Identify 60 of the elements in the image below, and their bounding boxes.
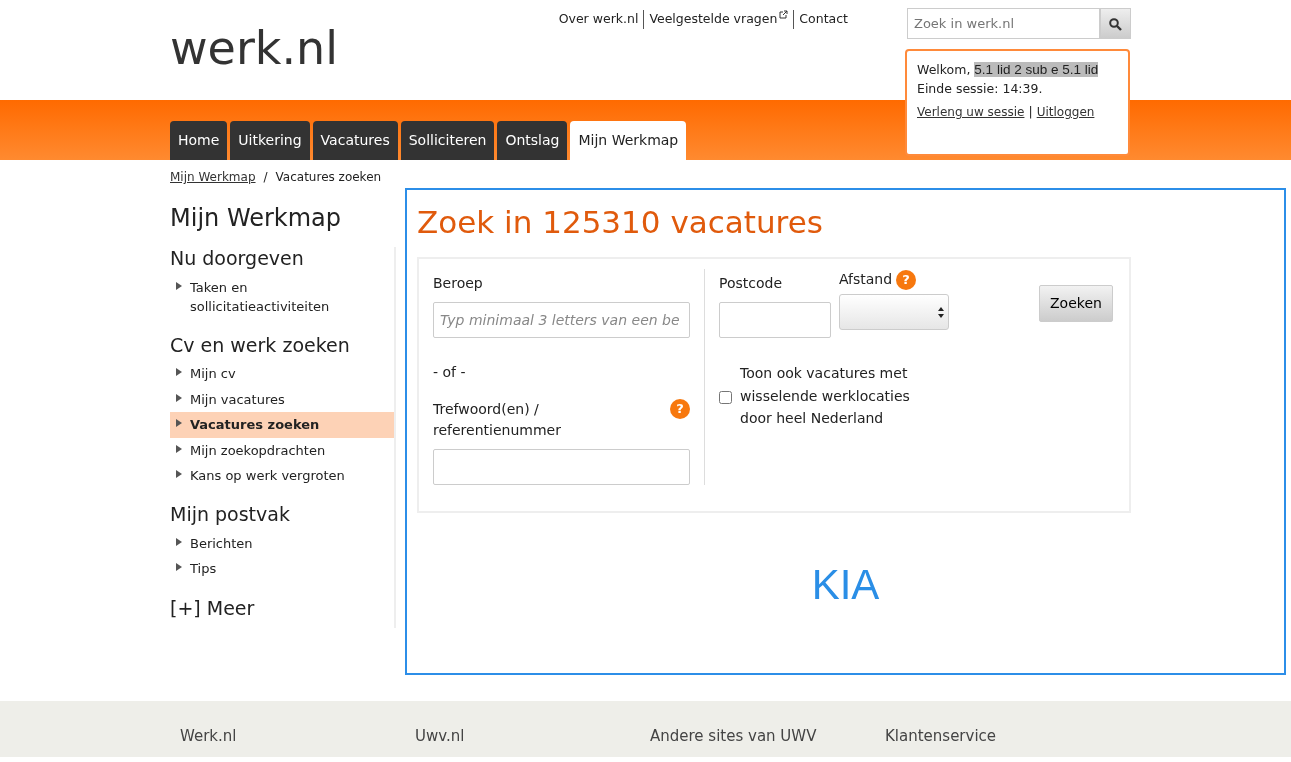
sidebar-heading: Nu doorgeven bbox=[170, 246, 305, 270]
more-link[interactable]: [+] Meer bbox=[170, 593, 255, 623]
nav-tab[interactable]: Vacatures bbox=[312, 121, 398, 160]
nav-tab[interactable]: Uitkering bbox=[230, 121, 310, 160]
sidebar-item[interactable]: Mijn cv bbox=[170, 361, 394, 387]
site-logo[interactable]: werk.nl bbox=[170, 14, 339, 100]
checkbox-label: Toon ook vacatures met wisselende werklocaties door heel Nederland bbox=[740, 364, 911, 428]
sidebar-heading: Mijn postvak bbox=[170, 502, 291, 526]
annotation-label: KIA bbox=[810, 560, 881, 611]
distance-dropdown[interactable] bbox=[839, 294, 949, 331]
search-button[interactable] bbox=[1100, 8, 1131, 39]
sidebar-item[interactable]: Mijn zoekopdrachten bbox=[170, 437, 394, 464]
occupation-field[interactable]: Typ minimaal 3 letters van een be bbox=[433, 302, 690, 339]
separator-text: | bbox=[1028, 103, 1033, 121]
external-link-icon bbox=[779, 10, 789, 19]
header-link[interactable]: Veelgestelde vragen bbox=[643, 10, 794, 29]
nav-tab[interactable]: Ontslag bbox=[497, 121, 568, 160]
caret-icon bbox=[176, 563, 182, 572]
caret-icon bbox=[176, 444, 182, 453]
nav-tab[interactable]: Solliciteren bbox=[400, 121, 495, 160]
search-icon bbox=[1109, 17, 1122, 31]
caret-icon bbox=[176, 537, 182, 546]
footer-link[interactable]: Werk.nl bbox=[180, 725, 415, 757]
breadcrumb-link[interactable]: Mijn Werkmap bbox=[170, 168, 256, 186]
search-field[interactable]: Zoek in werk.nl bbox=[907, 8, 1100, 39]
caret-icon bbox=[176, 393, 182, 402]
keyword-field[interactable] bbox=[433, 449, 690, 486]
sidebar-item[interactable]: Mijn vacatures bbox=[170, 386, 394, 413]
field-label: Beroep bbox=[433, 274, 484, 294]
sidebar-item[interactable]: Tips bbox=[170, 556, 394, 582]
sidebar-title: Mijn Werkmap bbox=[170, 204, 343, 233]
footer-link[interactable]: Klantenservice bbox=[885, 725, 1120, 757]
footer-link[interactable]: Uwv.nl bbox=[415, 725, 650, 757]
field-label: Afstand bbox=[839, 270, 893, 290]
nav-tab[interactable]: Mijn Werkmap bbox=[570, 121, 687, 160]
footer-link[interactable]: Andere sites van UWV bbox=[650, 725, 885, 757]
caret-icon bbox=[176, 419, 182, 428]
header-link[interactable]: Contact bbox=[793, 10, 853, 29]
session-link[interactable]: Uitloggen bbox=[1036, 103, 1095, 122]
caret-icon bbox=[176, 281, 182, 290]
breadcrumb-current: Vacatures zoeken bbox=[275, 169, 382, 186]
sidebar-item[interactable]: Berichten bbox=[170, 530, 394, 557]
field-label: Postcode bbox=[719, 274, 784, 294]
session-info: Welkom, 5.1 lid 2 sub e 5.1 lid Einde sessie: 14:39. bbox=[917, 61, 1100, 99]
page-title: Zoek in 125310 vacatures bbox=[417, 204, 824, 242]
sidebar-item[interactable]: Vacatures zoeken bbox=[170, 412, 394, 438]
caret-icon bbox=[176, 368, 182, 377]
field-label: Trefwoord(en) / referentienummer bbox=[433, 400, 562, 441]
sidebar-item[interactable]: Kans op werk vergroten bbox=[170, 463, 394, 489]
nav-tab[interactable]: Home bbox=[170, 121, 228, 160]
caret-icon bbox=[176, 470, 182, 479]
sidebar-heading: Cv en werk zoeken bbox=[170, 333, 351, 357]
dropdown-arrows-icon bbox=[938, 306, 944, 318]
header-link[interactable]: Over werk.nl bbox=[553, 10, 644, 29]
postcode-field[interactable] bbox=[719, 302, 831, 339]
breadcrumb-separator: / bbox=[263, 169, 268, 186]
or-text: - of - bbox=[433, 363, 467, 383]
sidebar-item[interactable]: Taken en sollicitatieactiviteiten bbox=[170, 274, 394, 320]
search-button[interactable]: Zoeken bbox=[1039, 285, 1113, 323]
session-link[interactable]: Verleng uw sessie bbox=[917, 103, 1025, 122]
